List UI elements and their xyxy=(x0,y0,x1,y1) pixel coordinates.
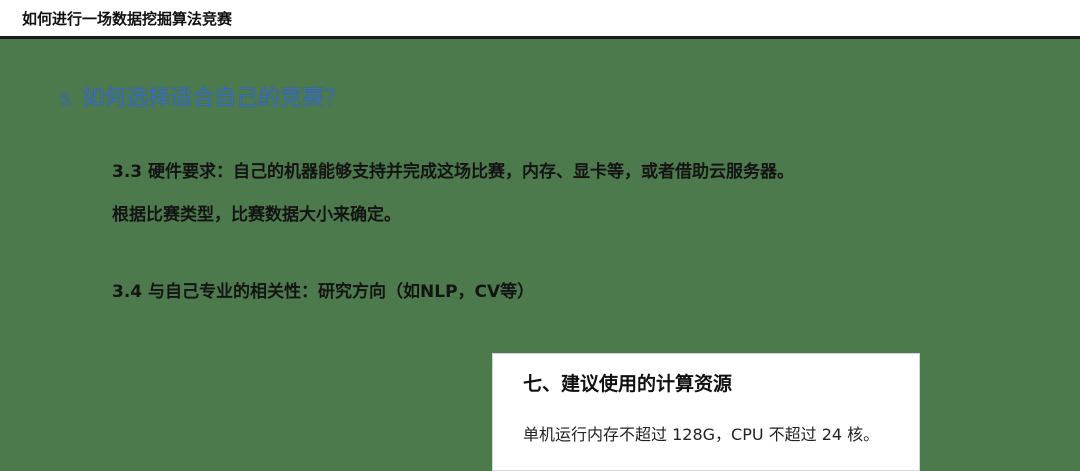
section-heading-text: 如何选择适合自己的竞赛？ xyxy=(82,86,347,111)
section-number: 5. xyxy=(60,90,76,109)
card-text: 单机运行内存不超过 128G，CPU 不超过 24 核。 xyxy=(523,425,880,444)
card-title: 七、建议使用的计算资源 xyxy=(523,373,733,395)
hardware-requirement-note: 根据比赛类型，比赛数据大小来确定。 xyxy=(112,205,401,225)
hardware-requirement-text: 3.3 硬件要求：自己的机器能够支持并完成这场比赛，内存、显卡等，或者借助云服务… xyxy=(112,162,795,182)
page-title: 如何进行一场数据挖掘算法竞赛 xyxy=(22,10,233,28)
header-bar: 如何进行一场数据挖掘算法竞赛 xyxy=(0,0,1080,39)
section-heading: 5. 如何选择适合自己的竞赛？ xyxy=(60,80,346,112)
major-relevance-text: 3.4 与自己专业的相关性：研究方向（如NLP，CV等） xyxy=(112,282,535,302)
compute-resources-card: 七、建议使用的计算资源 单机运行内存不超过 128G，CPU 不超过 24 核。 xyxy=(492,353,920,471)
